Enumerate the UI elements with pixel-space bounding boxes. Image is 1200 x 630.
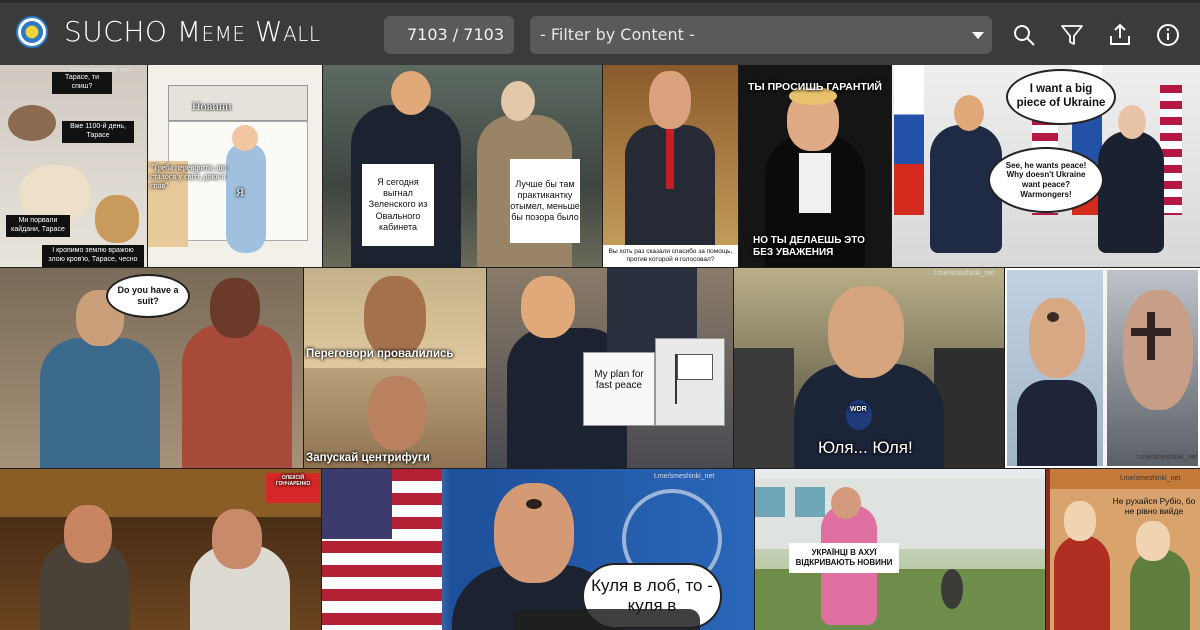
chevron-down-icon	[972, 32, 984, 39]
top-bar: SUCHO Meme Wall 7103 / 7103 - Filter by …	[0, 0, 1200, 65]
meme-tile-tuxedo[interactable]: ТЫ ПРОСИШЬ ГАРАНТИЙ НО ТЫ ДЕЛАЕШЬ ЭТО БЕ…	[739, 65, 891, 267]
meme-counter: 7103 / 7103	[384, 16, 514, 54]
watermark: t.me/smeshinki_net	[934, 270, 995, 277]
caption: І кропимо землю вражою злою кров'ю, Тара…	[42, 245, 144, 267]
sucho-logo[interactable]	[16, 16, 48, 48]
meme-grid: t.me/smeshinki_net Тарасе, ти спиш? Вже …	[0, 65, 1200, 630]
meme-tile-rubio[interactable]: t.me/smeshinki_net Куля в лоб, то - куля…	[322, 469, 754, 630]
caption: Ми порвали кайдани, Тарасе	[6, 215, 70, 237]
meme-tile-trump-melania[interactable]: Я сегодня выгнал Зеленского из Овального…	[323, 65, 602, 267]
filter-placeholder: - Filter by Content -	[540, 25, 695, 44]
caption: УКРАЇНЦІ В АХУЇ ВІДКРИВАЮТЬ НОВИНИ	[789, 543, 899, 573]
meme-tile-cats[interactable]: t.me/smeshinki_net Тарасе, ти спиш? Вже …	[0, 65, 147, 267]
meme-tile-woman[interactable]: УКРАЇНЦІ В АХУЇ ВІДКРИВАЮТЬ НОВИНИ	[755, 469, 1045, 630]
meme-tile-vance[interactable]: WDR t.me/smeshinki_net Юля... Юля!	[734, 268, 1004, 468]
mic-label: WDR	[850, 406, 867, 413]
caption: Вы хоть раз сказали спасибо за помощь, п…	[603, 245, 738, 267]
watermark: t.me/smeshinki_net	[654, 473, 715, 480]
meme-tile-ash[interactable]: t.me/smeshinki_net	[1005, 268, 1200, 468]
meme-tile-zelensky[interactable]: Вы хоть раз сказали спасибо за помощь, п…	[603, 65, 738, 267]
caption: Запускай центрифуги	[306, 452, 430, 464]
caption: ТЫ ПРОСИШЬ ГАРАНТИЙ	[748, 81, 882, 93]
speech-bubble: See, he wants peace! Why doesn't Ukraine…	[988, 147, 1104, 213]
image-toolbar[interactable]	[514, 609, 700, 630]
filter-icon[interactable]	[1060, 23, 1084, 47]
info-icon[interactable]	[1156, 23, 1180, 47]
channel-badge: ОЛЕКСІЙ ГОНЧАРЕНКО	[275, 475, 311, 487]
caption: Лучше бы там практикантку отымел, меньше…	[510, 159, 580, 243]
caption: "Треба перевірити, що сталося у світі, д…	[150, 163, 227, 191]
caption: Я	[236, 185, 245, 199]
speech-bubble: Do you have a suit?	[106, 274, 190, 318]
meme-tile-stove[interactable]: Новини "Треба перевірити, що сталося у с…	[148, 65, 322, 267]
watermark: t.me/smeshinki_net	[1137, 454, 1198, 461]
meme-tile-summit[interactable]: I want a big piece of Ukraine See, he wa…	[892, 65, 1200, 267]
caption: Я сегодня выгнал Зеленского из Овального…	[362, 164, 434, 246]
caption: My plan for fast peace	[594, 368, 644, 392]
caption: Вже 1100-й день, Тарасе	[62, 121, 134, 143]
content-filter-select[interactable]: - Filter by Content -	[530, 16, 992, 54]
caption: Переговори провалились	[306, 348, 454, 360]
app-title: SUCHO Meme Wall	[64, 15, 321, 48]
meme-tile-feast[interactable]: ОЛЕКСІЙ ГОНЧАРЕНКО	[0, 469, 321, 630]
caption: Юля... Юля!	[818, 438, 913, 457]
caption: Новини	[192, 99, 232, 113]
caption: НО ТЫ ДЕЛАЕШЬ ЭТО БЕЗ УВАЖЕНИЯ	[753, 235, 865, 258]
caption: Не рухайся Рубіо, бо не рівно вийде	[1112, 495, 1196, 516]
share-icon[interactable]	[1108, 23, 1132, 47]
meme-tile-suit[interactable]: Do you have a suit?	[0, 268, 303, 468]
search-icon[interactable]	[1012, 23, 1036, 47]
speech-bubble: I want a big piece of Ukraine	[1006, 69, 1116, 125]
meme-tile-plan[interactable]: My plan for fast peace	[487, 268, 733, 468]
meme-tile-medieval[interactable]: t.me/smeshinki_net Не рухайся Рубіо, бо …	[1046, 469, 1200, 630]
caption: Тарасе, ти спиш?	[52, 72, 112, 94]
watermark: t.me/smeshinki_net	[1120, 475, 1181, 482]
meme-tile-centrifuge[interactable]: Переговори провалились Запускай центрифу…	[304, 268, 486, 468]
